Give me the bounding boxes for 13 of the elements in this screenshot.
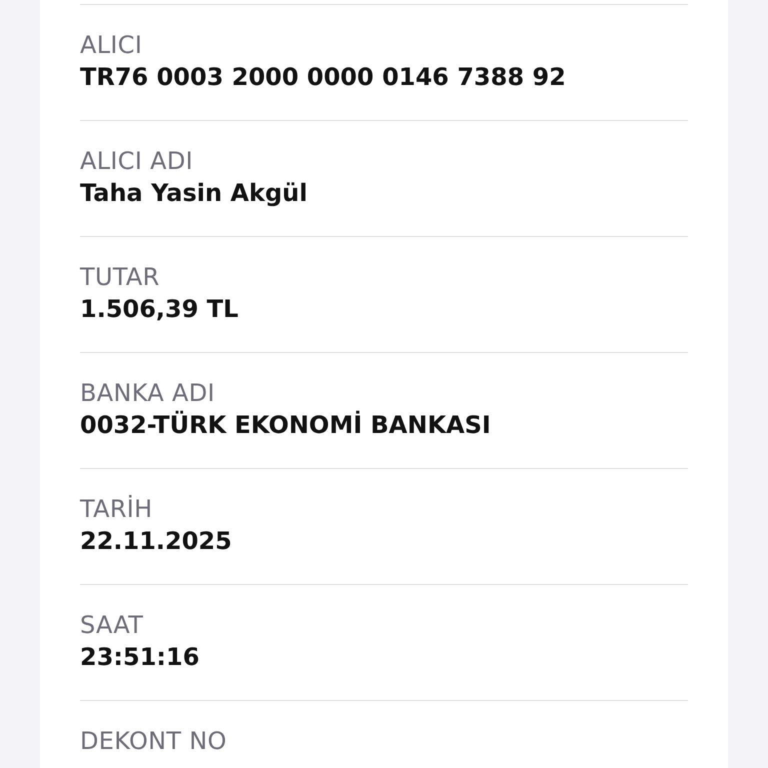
- field-value: 1.506,39 TL: [80, 294, 240, 325]
- field-label: SAAT: [80, 610, 144, 641]
- field-label: DEKONT NO: [80, 726, 228, 757]
- field-label: ALICI ADI: [80, 146, 194, 177]
- field-label: TARİH: [80, 494, 154, 525]
- field-label: TUTAR: [80, 262, 161, 293]
- field-value: 22.11.2025: [80, 526, 233, 557]
- field-label: ALICI: [80, 30, 144, 61]
- field-label: BANKA ADI: [80, 378, 216, 409]
- field-value: Taha Yasin Akgül: [80, 178, 308, 209]
- field-value: 0032-TÜRK EKONOMİ BANKASI: [80, 410, 492, 441]
- field-value: TR76 0003 2000 0000 0146 7388 92: [80, 62, 567, 93]
- field-value: 23:51:16: [80, 642, 200, 673]
